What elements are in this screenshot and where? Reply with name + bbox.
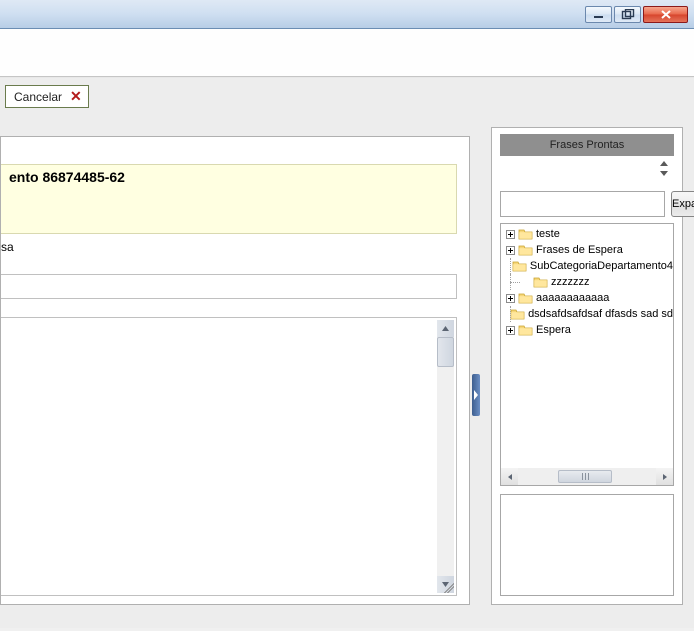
close-button[interactable]: [643, 6, 688, 23]
right-panel: Frases Prontas Expandir testeFrases de E…: [491, 127, 683, 605]
tree-item-label: Frases de Espera: [536, 244, 623, 256]
cancel-button-label: Cancelar: [14, 90, 62, 104]
tree-item[interactable]: dsdsafdsafdsaf dfasds sad sd: [503, 306, 673, 322]
folder-icon: [518, 244, 533, 257]
window-titlebar: [0, 0, 694, 29]
menu-strip: [0, 29, 694, 77]
expand-toggle-icon[interactable]: [503, 230, 518, 239]
folder-icon: [512, 260, 527, 273]
preview-box: [500, 494, 674, 596]
textarea-scrollbar[interactable]: [437, 320, 454, 593]
tree-item-label: SubCategoriaDepartamento4: [530, 260, 673, 272]
minimize-button[interactable]: [585, 6, 612, 23]
info-banner-text: ento 86874485-62: [9, 169, 125, 185]
tree-item[interactable]: aaaaaaaaaaaa: [503, 290, 673, 306]
folder-icon: [518, 228, 533, 241]
tree-item[interactable]: Frases de Espera: [503, 242, 673, 258]
info-banner: ento 86874485-62: [1, 164, 457, 234]
tree-item-label: zzzzzzz: [551, 276, 590, 288]
expand-button-label: Expandir: [672, 198, 694, 210]
tree-item-label: dsdsafdsafdsaf dfasds sad sd: [528, 308, 673, 320]
splitter-handle[interactable]: [472, 374, 480, 416]
left-panel: ento 86874485-62 sa: [0, 136, 470, 605]
tree-item[interactable]: Espera: [503, 322, 673, 338]
subject-input[interactable]: [1, 274, 457, 299]
close-icon: ✕: [70, 88, 82, 105]
partial-label: sa: [1, 240, 14, 254]
cancel-button[interactable]: Cancelar ✕: [5, 85, 89, 108]
tree-item-label: teste: [536, 228, 560, 240]
folder-icon: [518, 292, 533, 305]
tree-view[interactable]: teste Frases de Espera SubCategoriaDeparta…: [500, 223, 674, 486]
tree-item[interactable]: zzzzzzz: [503, 274, 673, 290]
tree-branch-icon: [503, 258, 507, 274]
scroll-up-button[interactable]: [437, 320, 454, 337]
tree-horizontal-scrollbar[interactable]: [501, 468, 673, 485]
spinner-control[interactable]: [656, 160, 672, 178]
panel-title: Frases Prontas: [500, 134, 674, 156]
folder-icon: [510, 308, 525, 321]
resize-grip-icon[interactable]: [439, 582, 454, 593]
tree-item[interactable]: SubCategoriaDepartamento4: [503, 258, 673, 274]
expand-toggle-icon[interactable]: [503, 294, 518, 303]
scroll-thumb[interactable]: [437, 337, 454, 367]
expand-toggle-icon[interactable]: [503, 326, 518, 335]
tree-branch-icon: [503, 306, 507, 322]
expand-toggle-icon[interactable]: [503, 246, 518, 255]
folder-icon: [533, 276, 548, 289]
tree-item-label: aaaaaaaaaaaa: [536, 292, 609, 304]
folder-icon: [518, 324, 533, 337]
tree-item-label: Espera: [536, 324, 571, 336]
tree-branch-icon: [503, 274, 518, 290]
scroll-right-button[interactable]: [656, 468, 673, 485]
message-textarea[interactable]: [1, 317, 457, 596]
scroll-thumb[interactable]: [558, 470, 612, 483]
search-input[interactable]: [500, 191, 665, 217]
scroll-left-button[interactable]: [501, 468, 518, 485]
content-area: Cancelar ✕ ento 86874485-62 sa: [0, 77, 694, 628]
maximize-button[interactable]: [614, 6, 641, 23]
expand-button[interactable]: Expandir: [671, 191, 694, 217]
tree-item[interactable]: teste: [503, 226, 673, 242]
